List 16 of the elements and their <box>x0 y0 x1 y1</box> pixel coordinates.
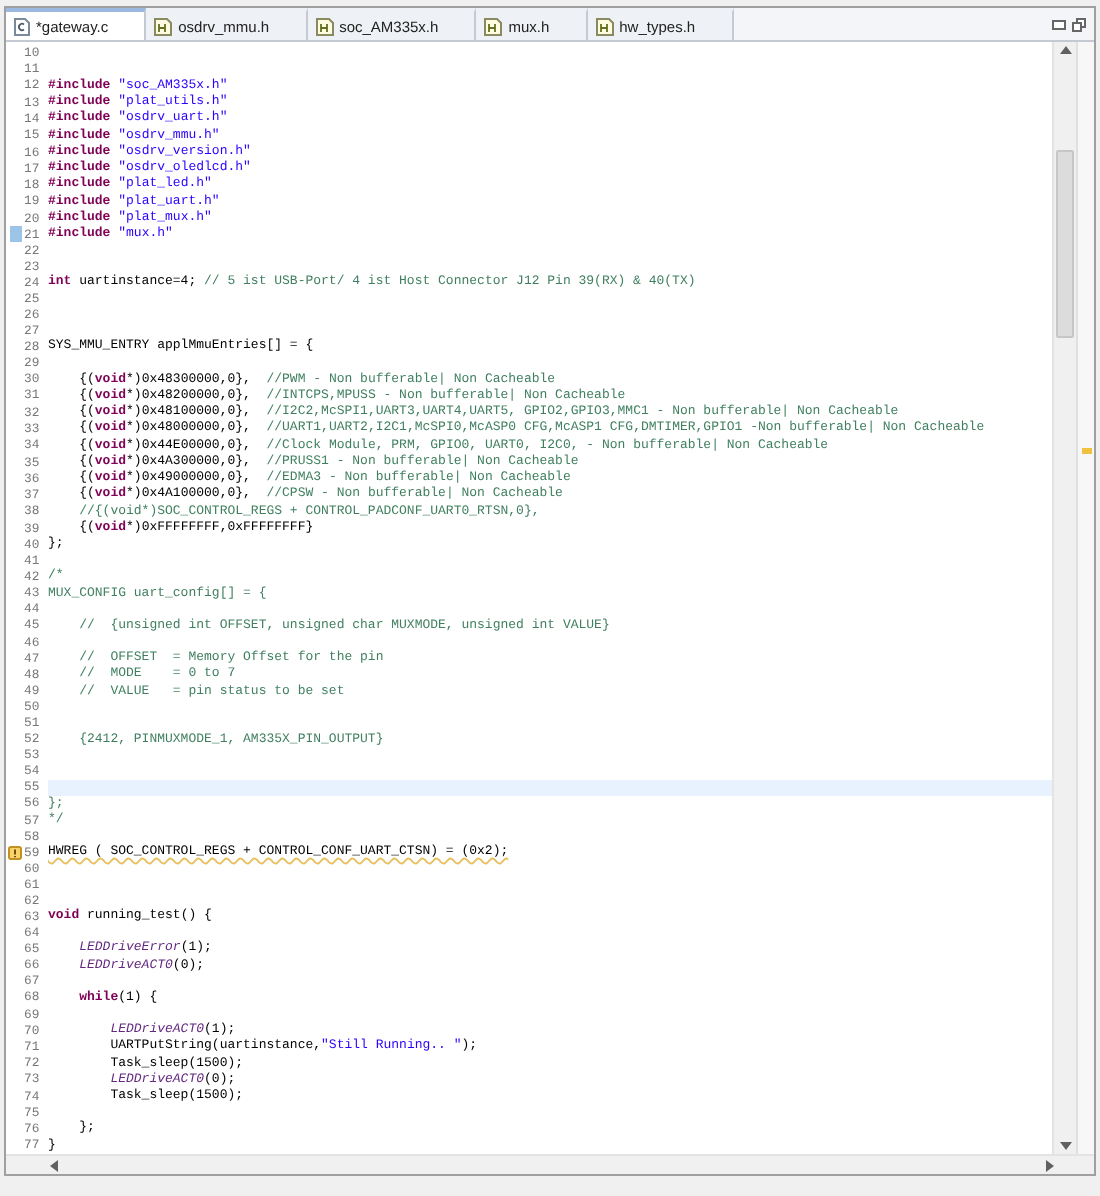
h-file-icon <box>154 17 173 35</box>
h-file-icon <box>484 17 503 35</box>
minimize-icon[interactable] <box>1052 19 1066 29</box>
vertical-scrollbar[interactable] <box>1052 42 1076 1154</box>
h-file-icon <box>595 17 614 35</box>
warning-icon <box>8 845 22 860</box>
scroll-left-icon[interactable] <box>50 1159 58 1171</box>
horizontal-scrollbar[interactable] <box>6 1154 1094 1174</box>
scroll-up-icon[interactable] <box>1059 46 1071 54</box>
scroll-right-icon[interactable] <box>1046 1159 1054 1171</box>
scroll-down-icon[interactable] <box>1059 1142 1071 1150</box>
scroll-thumb[interactable] <box>1056 150 1074 338</box>
h-file-icon <box>315 17 334 35</box>
change-marker-icon <box>9 226 21 243</box>
c-file-icon <box>14 17 30 35</box>
maximize-icon[interactable] <box>1072 17 1086 31</box>
